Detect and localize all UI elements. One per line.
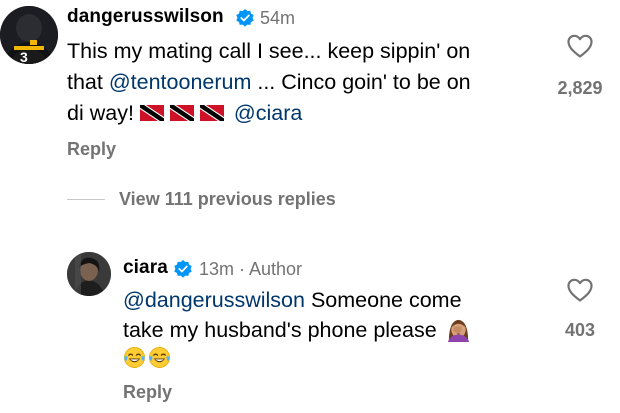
comment-username[interactable]: dangerusswilson [67, 6, 224, 28]
avatar-image: 3 [0, 6, 58, 64]
reply-emoji-line [123, 344, 173, 375]
comment-reply-button[interactable]: Reply [67, 139, 116, 160]
tears-of-joy-emoji [124, 347, 145, 368]
verified-badge-icon [236, 9, 254, 27]
like-heart-icon[interactable] [566, 277, 594, 303]
verified-badge-icon [174, 260, 192, 278]
view-previous-replies-button[interactable]: View 111 previous replies [119, 189, 336, 210]
replies-divider-line [67, 199, 105, 200]
reply-text-line-1: @dangerusswilson Someone come [123, 285, 462, 316]
reply-reply-button[interactable]: Reply [123, 382, 172, 403]
reply-username[interactable]: ciara [123, 257, 168, 279]
reply-meta: 13m · Author [199, 259, 303, 279]
comment-text-segment: that [67, 70, 109, 94]
reply-text-segment: Someone come [304, 288, 462, 312]
like-heart-icon[interactable] [566, 33, 594, 59]
comment-timestamp: 54m [260, 8, 296, 28]
comment-text-line-2: that @tentoonerum ... Cinco goin' to be … [67, 67, 471, 98]
avatar-dangerusswilson[interactable]: 3 [0, 6, 58, 64]
trinidad-tobago-flag-icon [169, 105, 194, 121]
reply-text-segment: take my husband's phone please [123, 318, 437, 342]
avatar-ciara[interactable] [67, 252, 111, 296]
mention-dangerusswilson[interactable]: @dangerusswilson [123, 288, 305, 312]
reply-text-line-2: take my husband's phone please [123, 315, 474, 346]
comment-like-count: 2,829 [557, 78, 603, 98]
svg-text:3: 3 [20, 49, 28, 64]
comment-text-segment: ... Cinco goin' to be on [251, 70, 471, 94]
trinidad-tobago-flag-icon [199, 105, 224, 121]
mention-ciara[interactable]: @ciara [234, 101, 302, 125]
tears-of-joy-emoji [149, 347, 170, 368]
comment-text-line-1: This my mating call I see... keep sippin… [67, 39, 471, 63]
avatar-image [67, 252, 111, 296]
trinidad-tobago-flag-icon [139, 105, 164, 121]
comment-text-line-3: di way! @ciara [67, 98, 302, 129]
mention-tentoonerum[interactable]: @tentoonerum [109, 70, 252, 94]
facepalm-woman-emoji [447, 319, 469, 343]
comment-text-segment: di way! [67, 101, 140, 125]
reply-like-count: 403 [564, 320, 596, 340]
